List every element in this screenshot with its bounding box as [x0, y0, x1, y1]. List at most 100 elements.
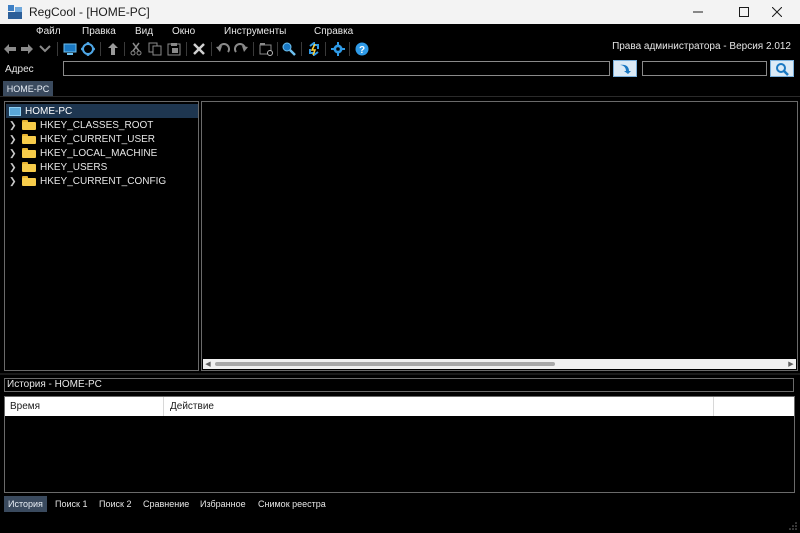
document-tab-home-pc[interactable]: HOME-PC — [3, 81, 53, 96]
tree-root-home-pc[interactable]: HOME-PC — [6, 104, 198, 118]
up-button[interactable] — [105, 41, 121, 57]
paste-button[interactable] — [166, 41, 182, 57]
delete-icon — [193, 43, 205, 55]
scrollbar-thumb[interactable] — [215, 362, 555, 366]
address-input[interactable] — [63, 61, 610, 76]
tree-item-hkey-current-user[interactable]: ❯ HKEY_CURRENT_USER — [5, 132, 155, 146]
redo-icon — [234, 43, 248, 53]
back-button[interactable] — [2, 41, 18, 57]
column-header-extra[interactable] — [715, 397, 793, 416]
copy-button[interactable] — [147, 41, 163, 57]
help-button[interactable]: ? — [354, 41, 370, 57]
scroll-right-icon[interactable]: ▶ — [786, 359, 796, 369]
tree-item-label: HKEY_CLASSES_ROOT — [40, 119, 154, 131]
chevron-right-icon[interactable]: ❯ — [9, 120, 18, 131]
toolbar-separator — [349, 42, 350, 56]
delete-button[interactable] — [191, 41, 207, 57]
toolbar-separator — [57, 42, 58, 56]
minimize-button[interactable] — [675, 0, 721, 24]
registry-tree[interactable]: HOME-PC ❯ HKEY_CLASSES_ROOT ❯ HKEY_CURRE… — [4, 101, 199, 371]
history-table[interactable]: Время Действие — [4, 396, 795, 493]
column-divider[interactable] — [163, 397, 164, 416]
toolbar-separator — [325, 42, 326, 56]
computer-icon — [9, 106, 21, 116]
refresh-button[interactable] — [306, 41, 322, 57]
folder-icon — [22, 176, 36, 186]
close-button[interactable] — [754, 0, 800, 24]
find-button[interactable] — [281, 41, 297, 57]
scroll-left-icon[interactable]: ◀ — [203, 359, 213, 369]
folder-icon — [22, 134, 36, 144]
tree-item-hkey-current-config[interactable]: ❯ HKEY_CURRENT_CONFIG — [5, 174, 166, 188]
close-icon — [772, 7, 782, 17]
tab-favorites[interactable]: Избранное — [196, 496, 250, 512]
chevron-right-icon[interactable]: ❯ — [9, 134, 18, 145]
undo-button[interactable] — [215, 41, 231, 57]
search-button[interactable] — [770, 60, 794, 77]
undo-icon — [216, 43, 230, 53]
minimize-icon — [693, 11, 703, 13]
bottom-tab-bar: История Поиск 1 Поиск 2 Сравнение Избран… — [0, 496, 800, 513]
back-icon — [4, 44, 16, 54]
tree-item-label: HKEY_USERS — [40, 161, 108, 173]
tab-search-1[interactable]: Поиск 1 — [51, 496, 91, 512]
cut-icon — [130, 42, 142, 56]
menu-window[interactable]: Окно — [172, 26, 195, 37]
menu-edit[interactable]: Правка — [82, 26, 116, 37]
tab-registry-snapshot[interactable]: Снимок реестра — [254, 496, 330, 512]
horizontal-scrollbar[interactable]: ◀ ▶ — [203, 359, 796, 369]
computer-icon — [63, 43, 77, 55]
cut-button[interactable] — [128, 41, 144, 57]
title-bar: RegCool - [HOME-PC] — [0, 0, 800, 24]
values-list[interactable]: ◀ ▶ — [201, 101, 798, 371]
menu-bar: Файл Правка Вид Окно Инструменты Справка — [0, 24, 800, 40]
up-icon — [108, 43, 118, 55]
column-header-action[interactable]: Действие — [165, 397, 712, 416]
menu-tools[interactable]: Инструменты — [224, 26, 286, 37]
history-title: История - HOME-PC — [4, 378, 794, 392]
redo-button[interactable] — [233, 41, 249, 57]
maximize-icon — [739, 7, 749, 17]
menu-view[interactable]: Вид — [135, 26, 153, 37]
resize-grip-icon[interactable] — [789, 522, 797, 530]
column-header-time[interactable]: Время — [5, 397, 162, 416]
tab-history[interactable]: История — [4, 496, 47, 512]
go-arrow-icon — [620, 64, 631, 74]
chevron-right-icon[interactable]: ❯ — [9, 148, 18, 159]
search-icon — [776, 62, 789, 76]
menu-help[interactable]: Справка — [314, 26, 353, 37]
chevron-right-icon[interactable]: ❯ — [9, 162, 18, 173]
tree-item-label: HKEY_CURRENT_CONFIG — [40, 175, 167, 187]
computer-button[interactable] — [62, 41, 78, 57]
panel-splitter[interactable] — [0, 373, 800, 375]
tree-item-hkey-classes-root[interactable]: ❯ HKEY_CLASSES_ROOT — [5, 118, 153, 132]
tab-search-2[interactable]: Поиск 2 — [95, 496, 135, 512]
history-dropdown-button[interactable] — [37, 41, 53, 57]
svg-text:?: ? — [359, 45, 365, 56]
network-button[interactable] — [80, 41, 96, 57]
new-key-button[interactable] — [258, 41, 274, 57]
folder-icon — [22, 120, 36, 130]
toolbar-separator — [211, 42, 212, 56]
copy-icon — [148, 42, 162, 56]
go-button[interactable] — [613, 60, 637, 77]
tree-item-label: HKEY_CURRENT_USER — [40, 133, 156, 145]
toolbar-separator — [186, 42, 187, 56]
new-key-icon — [259, 43, 273, 56]
toolbar-separator — [277, 42, 278, 56]
status-bar — [0, 514, 800, 533]
settings-icon — [331, 42, 345, 56]
search-input[interactable] — [642, 61, 767, 76]
tree-item-hkey-users[interactable]: ❯ HKEY_USERS — [5, 160, 107, 174]
chevron-right-icon[interactable]: ❯ — [9, 176, 18, 187]
tree-item-hkey-local-machine[interactable]: ❯ HKEY_LOCAL_MACHINE — [5, 146, 157, 160]
folder-icon — [22, 162, 36, 172]
history-dropdown-icon — [39, 45, 51, 53]
forward-button[interactable] — [19, 41, 35, 57]
toolbar-separator — [301, 42, 302, 56]
settings-button[interactable] — [330, 41, 346, 57]
tab-compare[interactable]: Сравнение — [139, 496, 193, 512]
address-label: Адрес — [5, 64, 34, 75]
menu-file[interactable]: Файл — [36, 26, 61, 37]
column-divider[interactable] — [713, 397, 714, 416]
